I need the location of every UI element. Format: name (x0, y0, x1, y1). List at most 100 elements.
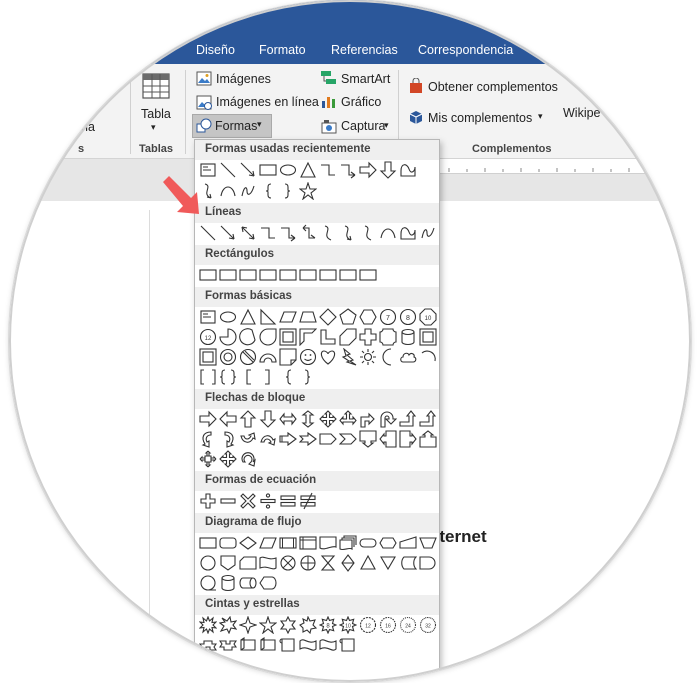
shape-fextr-icon[interactable] (359, 554, 377, 572)
shape-fseq-icon[interactable] (199, 574, 217, 592)
shape-rib3-icon[interactable] (239, 636, 257, 654)
shape-ar-icon[interactable] (199, 410, 217, 428)
shape-astr-icon[interactable] (279, 430, 297, 448)
shape-aud-icon[interactable] (299, 410, 317, 428)
shape-fmerge-icon[interactable] (379, 554, 397, 572)
shape-c12-icon[interactable]: 12 (199, 328, 217, 346)
shape-tb-icon[interactable] (199, 308, 217, 326)
shape-fdata-icon[interactable] (259, 534, 277, 552)
shape-acurvu-icon[interactable] (239, 430, 257, 448)
shape-fconn-icon[interactable] (199, 554, 217, 572)
shape-fdirect-icon[interactable] (239, 574, 257, 592)
get-addins-button[interactable]: Obtener complementos (428, 80, 558, 94)
shape-a4-icon[interactable] (319, 410, 337, 428)
shape-fr-icon[interactable] (399, 161, 417, 179)
online-images-button[interactable]: Imágenes en línea (216, 95, 319, 109)
shape-callr-icon[interactable] (399, 430, 417, 448)
shape-arc-icon[interactable] (379, 224, 397, 242)
table-button-label[interactable]: Tabla (141, 107, 171, 121)
wikipedia-button[interactable]: Wikipe (563, 106, 601, 120)
shape-arcb-icon[interactable] (419, 348, 437, 366)
shape-scroll-icon[interactable] (279, 636, 297, 654)
shape-fmop-icon[interactable] (419, 534, 437, 552)
shape-fproc-icon[interactable] (199, 534, 217, 552)
shape-fpred-icon[interactable] (279, 534, 297, 552)
shape-tear-icon[interactable] (259, 328, 277, 346)
shape-heart-icon[interactable] (319, 348, 337, 366)
shape-fdisp-icon[interactable] (259, 574, 277, 592)
shape-s24-icon[interactable]: 24 (399, 616, 417, 634)
shape-fdec-icon[interactable] (239, 534, 257, 552)
shape-s10-icon[interactable]: 10 (339, 616, 357, 634)
shape-donut-icon[interactable] (219, 348, 237, 366)
shape-diag-icon[interactable] (339, 328, 357, 346)
shape-rect-icon[interactable] (219, 266, 237, 284)
shape-cross-icon[interactable] (359, 328, 377, 346)
chevron-down-icon[interactable]: ▾ (151, 122, 156, 133)
shape-chev-icon[interactable] (339, 430, 357, 448)
shape-fold-icon[interactable] (279, 348, 297, 366)
shape-cu-icon[interactable] (359, 224, 377, 242)
my-addins-button[interactable]: Mis complementos (428, 111, 532, 125)
shape-lsh-icon[interactable] (319, 328, 337, 346)
shape-wave-icon[interactable] (319, 636, 337, 654)
shape-star6-icon[interactable] (279, 616, 297, 634)
shape-fmdoc-icon[interactable] (339, 534, 357, 552)
tab-correspondencia[interactable]: Correspondencia (418, 43, 513, 57)
shape-exp2-icon[interactable] (219, 616, 237, 634)
shape-fdelay-icon[interactable] (419, 554, 437, 572)
shape-s16-icon[interactable]: 16 (379, 616, 397, 634)
shape-bolt-icon[interactable] (339, 348, 357, 366)
shape-plq-icon[interactable] (379, 328, 397, 346)
smartart-button[interactable]: SmartArt (341, 72, 390, 86)
shape-au-icon[interactable] (239, 410, 257, 428)
shape-fint-icon[interactable] (299, 534, 317, 552)
shape-pent-icon[interactable] (339, 308, 357, 326)
shape-la-icon[interactable] (219, 224, 237, 242)
shape-calll-icon[interactable] (379, 430, 397, 448)
shape-scroll-icon[interactable] (339, 636, 357, 654)
shape-hex-icon[interactable] (359, 308, 377, 326)
shape-smile-icon[interactable] (299, 348, 317, 366)
shape-fstor-icon[interactable] (399, 554, 417, 572)
shape-rect-icon[interactable] (359, 266, 377, 284)
shape-circa-icon[interactable] (239, 450, 257, 468)
shape-rect-icon[interactable] (239, 266, 257, 284)
shape-arc-icon[interactable] (219, 182, 237, 200)
shape-s12-icon[interactable]: 12 (359, 616, 377, 634)
shape-div-icon[interactable] (259, 492, 277, 510)
shape-el-icon[interactable] (259, 224, 277, 242)
shape-tri-icon[interactable] (239, 308, 257, 326)
shape-rbrc-icon[interactable] (299, 368, 317, 386)
shape-hep-icon[interactable]: 7 (379, 308, 397, 326)
shape-aupl-icon[interactable] (399, 410, 417, 428)
shape-lbrc-icon[interactable] (259, 182, 277, 200)
shape-fmin-icon[interactable] (399, 534, 417, 552)
shape-fprep-icon[interactable] (379, 534, 397, 552)
shape-ln-icon[interactable] (199, 224, 217, 242)
shape-rect-icon[interactable] (339, 266, 357, 284)
shape-callu-icon[interactable] (419, 430, 437, 448)
shape-neq-icon[interactable] (299, 492, 317, 510)
shape-brc2-icon[interactable] (219, 368, 237, 386)
tab-formato[interactable]: Formato (259, 43, 306, 57)
shape-bevel-icon[interactable] (419, 328, 437, 346)
shape-bevel-icon[interactable] (199, 348, 217, 366)
shape-moon-icon[interactable] (379, 348, 397, 366)
shape-aut-icon[interactable] (359, 410, 377, 428)
shape-rect-icon[interactable] (279, 266, 297, 284)
shape-fdoc-icon[interactable] (319, 534, 337, 552)
shape-lbkt-icon[interactable] (239, 368, 257, 386)
shape-sun-icon[interactable] (359, 348, 377, 366)
shape-minus-icon[interactable] (219, 492, 237, 510)
shape-plus-icon[interactable] (199, 492, 217, 510)
shape-rect-icon[interactable] (199, 266, 217, 284)
shape-rbrc-icon[interactable] (279, 182, 297, 200)
shape-star5-icon[interactable] (259, 616, 277, 634)
shape-for-icon[interactable] (299, 554, 317, 572)
tab-diseno[interactable]: Diseño (196, 43, 235, 57)
shape-fmag-icon[interactable] (219, 574, 237, 592)
shape-eq-icon[interactable] (279, 492, 297, 510)
shape-ftape-icon[interactable] (259, 554, 277, 572)
shape-callq-icon[interactable] (199, 450, 217, 468)
